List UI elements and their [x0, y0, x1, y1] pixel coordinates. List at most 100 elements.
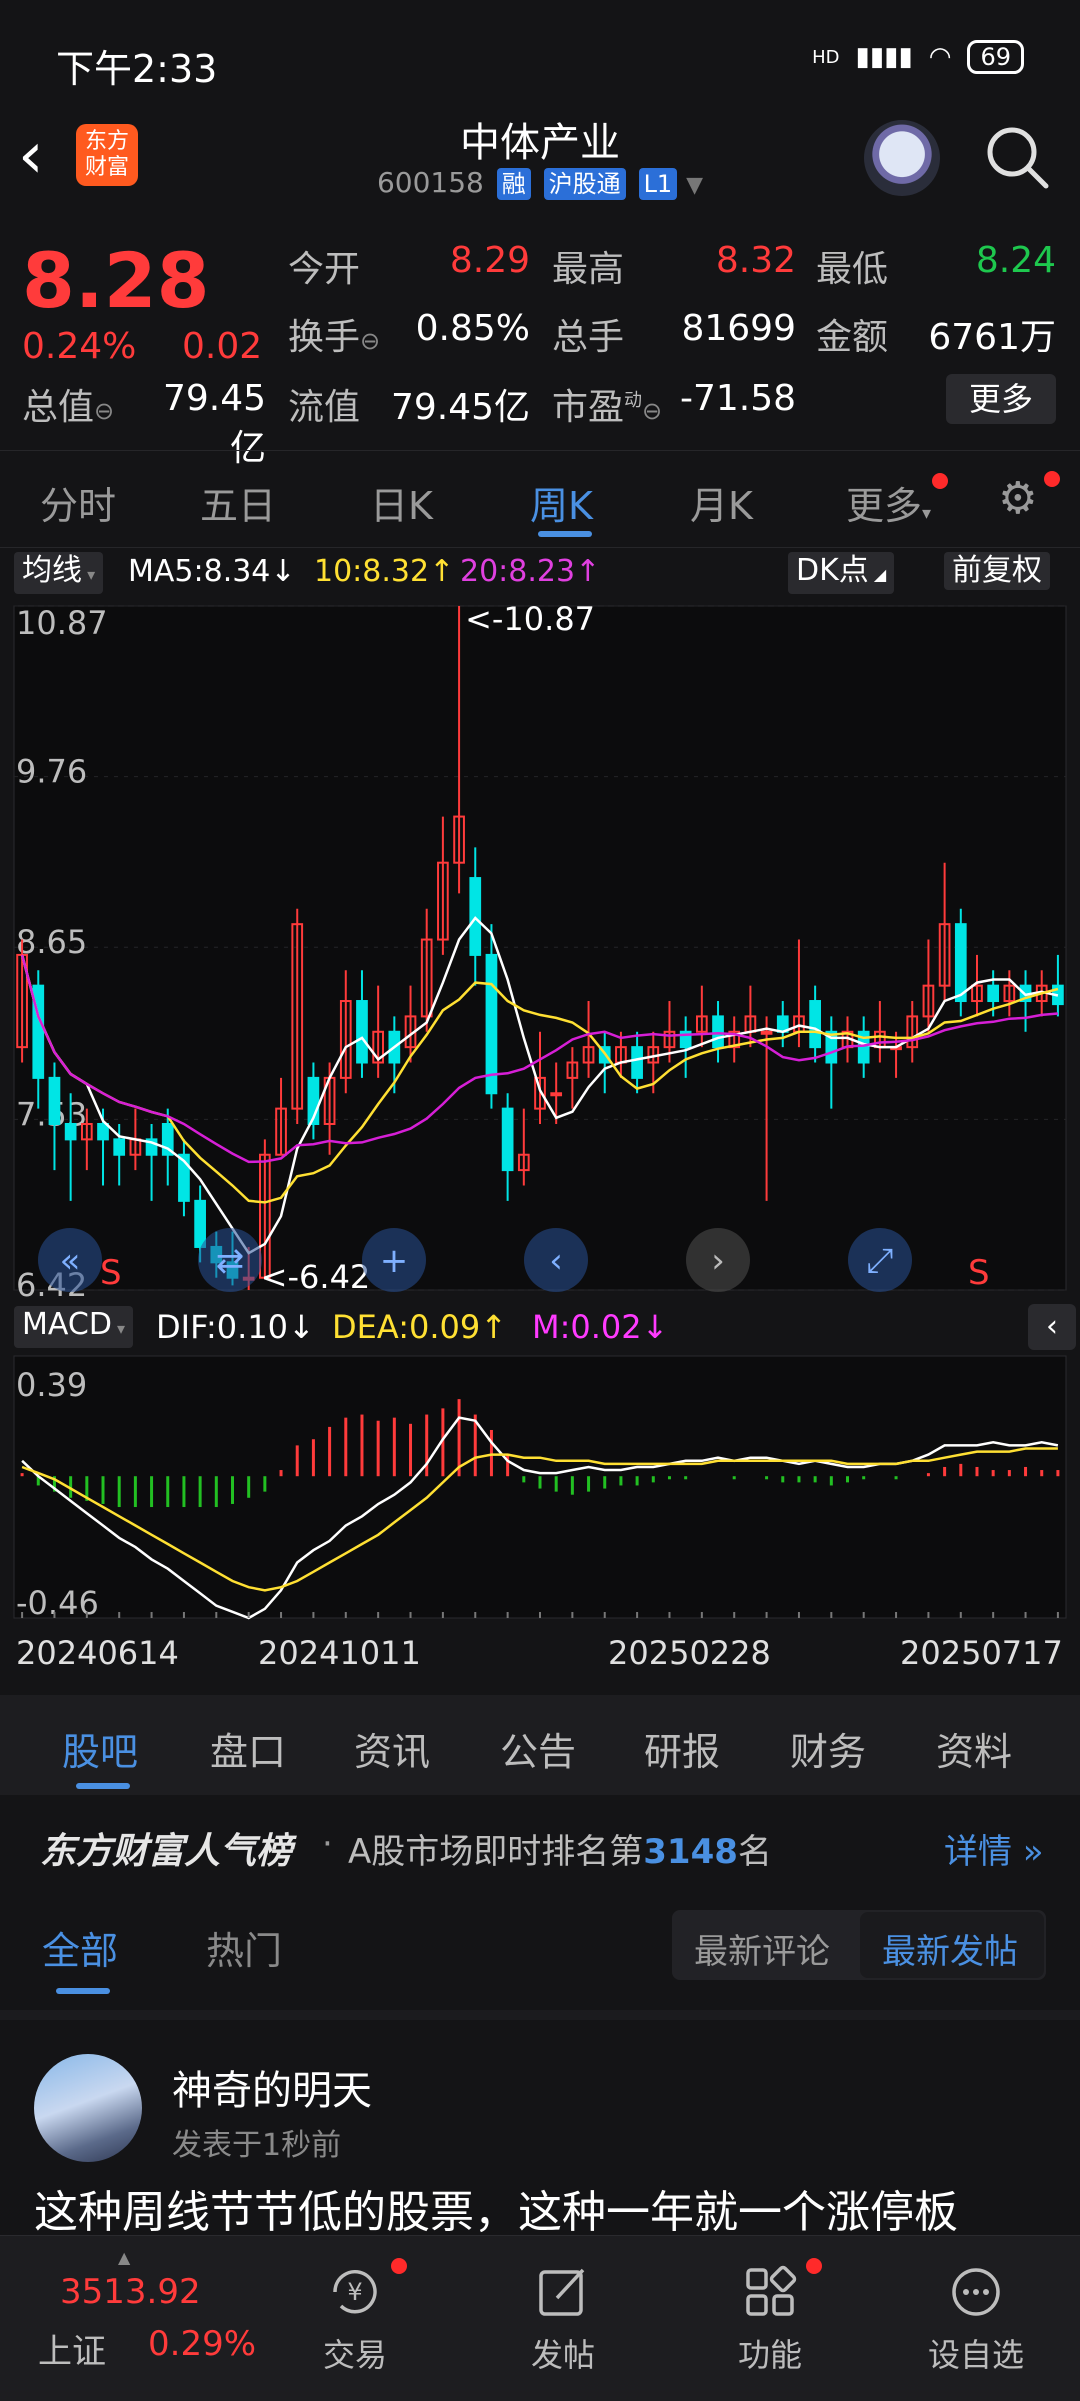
mcap-label: 总值⊖	[22, 387, 115, 428]
chart-double-left-button[interactable]: «	[38, 1228, 102, 1292]
chart-period-tabs: 分时 五日 日K 周K 月K 更多▾ ⚙	[0, 450, 1080, 548]
tab-daily-k[interactable]: 日K	[370, 475, 433, 530]
status-bar: 下午2:33 HD ▮▮▮▮ ◠ 69	[0, 0, 1080, 120]
tab-forum[interactable]: 股吧	[62, 1721, 138, 1776]
double-chevron-right-icon: »	[1012, 1832, 1044, 1872]
macd-legend: MACD ▾ DIF:0.10↓ DEA:0.09↑ M:0.02↓ ‹	[0, 1302, 1080, 1352]
dk-button[interactable]: DK点 ◢	[788, 552, 895, 594]
right-icon: ›	[711, 1241, 725, 1281]
post-card[interactable]: 神奇的明天 发表于1秒前 这种周线节节低的股票，这种一年就一个涨停板	[0, 2010, 1080, 2245]
chart-plus-button[interactable]: +	[362, 1228, 426, 1292]
info-icon[interactable]: ⊖	[360, 327, 380, 355]
rank-text: A股市场即时排名第3148名	[348, 1832, 772, 1872]
sell-signal: S	[100, 1253, 122, 1293]
collapse-chevron-icon[interactable]: ‹	[1028, 1304, 1076, 1350]
tab-announcements[interactable]: 公告	[500, 1721, 576, 1776]
feed-tab-hot[interactable]: 热门	[206, 1920, 282, 1975]
info-icon[interactable]: ⊖	[94, 397, 114, 425]
volume-value: 81699	[681, 308, 796, 349]
min-annotation: <-6.42	[261, 1258, 371, 1296]
notification-dot	[391, 2258, 407, 2274]
tab-profile[interactable]: 资料	[936, 1721, 1012, 1776]
index-name: 上证	[38, 2332, 106, 2372]
nav-functions-label: 功能	[737, 2336, 802, 2374]
adjust-button[interactable]: 前复权	[944, 552, 1050, 590]
chart-left-button[interactable]: ‹	[524, 1228, 588, 1292]
nav-watchlist[interactable]: 设自选	[876, 2236, 1076, 2376]
open-value: 8.29	[449, 240, 530, 281]
low-label: 最低	[816, 249, 889, 290]
tab-monthly-k[interactable]: 月K	[690, 475, 753, 530]
assistant-robot-icon[interactable]	[864, 120, 940, 196]
post-text[interactable]: 这种周线节节低的股票，这种一年就一个涨停板	[34, 2176, 958, 2240]
ma20-value: 20:8.23↑	[460, 554, 601, 589]
search-icon[interactable]	[984, 124, 1050, 190]
popularity-rank[interactable]: 东方财富人气榜 · A股市场即时排名第3148名 详情 »	[0, 1798, 1080, 1888]
up-icon: ⇄	[216, 1241, 245, 1281]
turnover-value: 0.85%	[415, 308, 530, 349]
chart-expand-button[interactable]: ⤢	[848, 1228, 912, 1292]
caret-down-icon[interactable]: ▼	[686, 173, 703, 198]
caret-down-icon: ▾	[922, 503, 932, 524]
stock-code: 600158	[376, 166, 484, 199]
chart-up-button[interactable]: ⇄	[198, 1228, 262, 1292]
tab-news[interactable]: 资讯	[354, 1721, 430, 1776]
feed-tab-all[interactable]: 全部	[42, 1920, 118, 1975]
active-tab-underline	[538, 531, 592, 537]
trade-icon: ¥	[333, 2270, 377, 2314]
macd-select[interactable]: MACD ▾	[14, 1306, 134, 1348]
info-icon[interactable]: ⊖	[642, 397, 662, 425]
ma-legend: 均线 ▾ MA5:8.34↓ 10:8.32↑ 20:8.23↑ DK点 ◢ 前…	[0, 548, 1080, 598]
tab-five-day[interactable]: 五日	[200, 475, 276, 530]
caret-up-icon: ▲	[118, 2248, 131, 2267]
candle-body	[954, 923, 967, 1003]
high-label: 最高	[552, 249, 625, 290]
tab-orderbook[interactable]: 盘口	[210, 1721, 286, 1776]
candle-body	[712, 1015, 724, 1049]
candlestick-chart[interactable]: 10.879.768.657.536.42<-10.87<-6.42SS«⇄+‹…	[0, 600, 1080, 1300]
tag-margin: 融	[496, 168, 531, 200]
nav-post[interactable]: 发帖	[463, 2236, 663, 2376]
candle-body	[809, 1000, 821, 1049]
dot-separator: ·	[322, 1824, 333, 1864]
rank-detail-link[interactable]: 详情 »	[944, 1824, 1044, 1873]
nav-trade[interactable]: ¥ 交易	[255, 2236, 455, 2376]
avatar[interactable]	[34, 2054, 142, 2162]
index-widget[interactable]: 3513.92 ▲ 上证 0.29%	[0, 2236, 256, 2401]
tag-connect: 沪股通	[543, 168, 626, 200]
candle-body	[760, 1030, 773, 1035]
tab-financials[interactable]: 财务	[790, 1721, 866, 1776]
sort-latest-comment[interactable]: 最新评论	[694, 1924, 830, 1973]
macd-chart: 0.39-0.46	[13, 1355, 1067, 1622]
candle-body	[501, 1107, 514, 1172]
post-author[interactable]: 神奇的明天	[172, 2058, 372, 2116]
date-tick: 20240614	[16, 1634, 179, 1672]
more-button[interactable]: 更多	[946, 374, 1056, 424]
amount-value: 6761万	[928, 317, 1056, 358]
ma10-value: 10:8.32↑	[314, 554, 455, 589]
candle-body	[48, 1076, 61, 1125]
indicator-select[interactable]: 均线 ▾	[14, 552, 104, 594]
chart-right-button[interactable]: ›	[686, 1228, 750, 1292]
candle-body	[113, 1138, 126, 1156]
candle-body	[97, 1122, 109, 1141]
nav-functions[interactable]: 功能	[670, 2236, 870, 2376]
volume-label: 总手	[552, 317, 625, 358]
date-tick: 20250717	[900, 1634, 1063, 1672]
tab-weekly-k[interactable]: 周K	[530, 475, 593, 530]
macd-y-tick: 0.39	[16, 1366, 87, 1404]
sell-signal: S	[968, 1253, 990, 1293]
last-price: 8.28	[22, 236, 210, 325]
gear-icon[interactable]: ⚙	[998, 473, 1037, 524]
quote-panel: 8.28 0.24% 0.02 今开 8.29 最高 8.32 最低 8.24 …	[0, 228, 1080, 469]
m-value: M:0.02↓	[532, 1308, 669, 1346]
tab-intraday[interactable]: 分时	[40, 475, 116, 530]
tab-more[interactable]: 更多▾	[846, 475, 931, 530]
date-tick: 20241011	[258, 1634, 421, 1672]
sort-latest-post[interactable]: 最新发帖	[882, 1924, 1018, 1973]
tab-research[interactable]: 研报	[644, 1721, 720, 1776]
active-tab-underline	[76, 1783, 130, 1789]
nav-trade-label: 交易	[322, 2336, 387, 2374]
bottom-nav: 3513.92 ▲ 上证 0.29% ¥ 交易 发帖 功能 设自选	[0, 2235, 1080, 2401]
open-label: 今开	[288, 249, 361, 290]
